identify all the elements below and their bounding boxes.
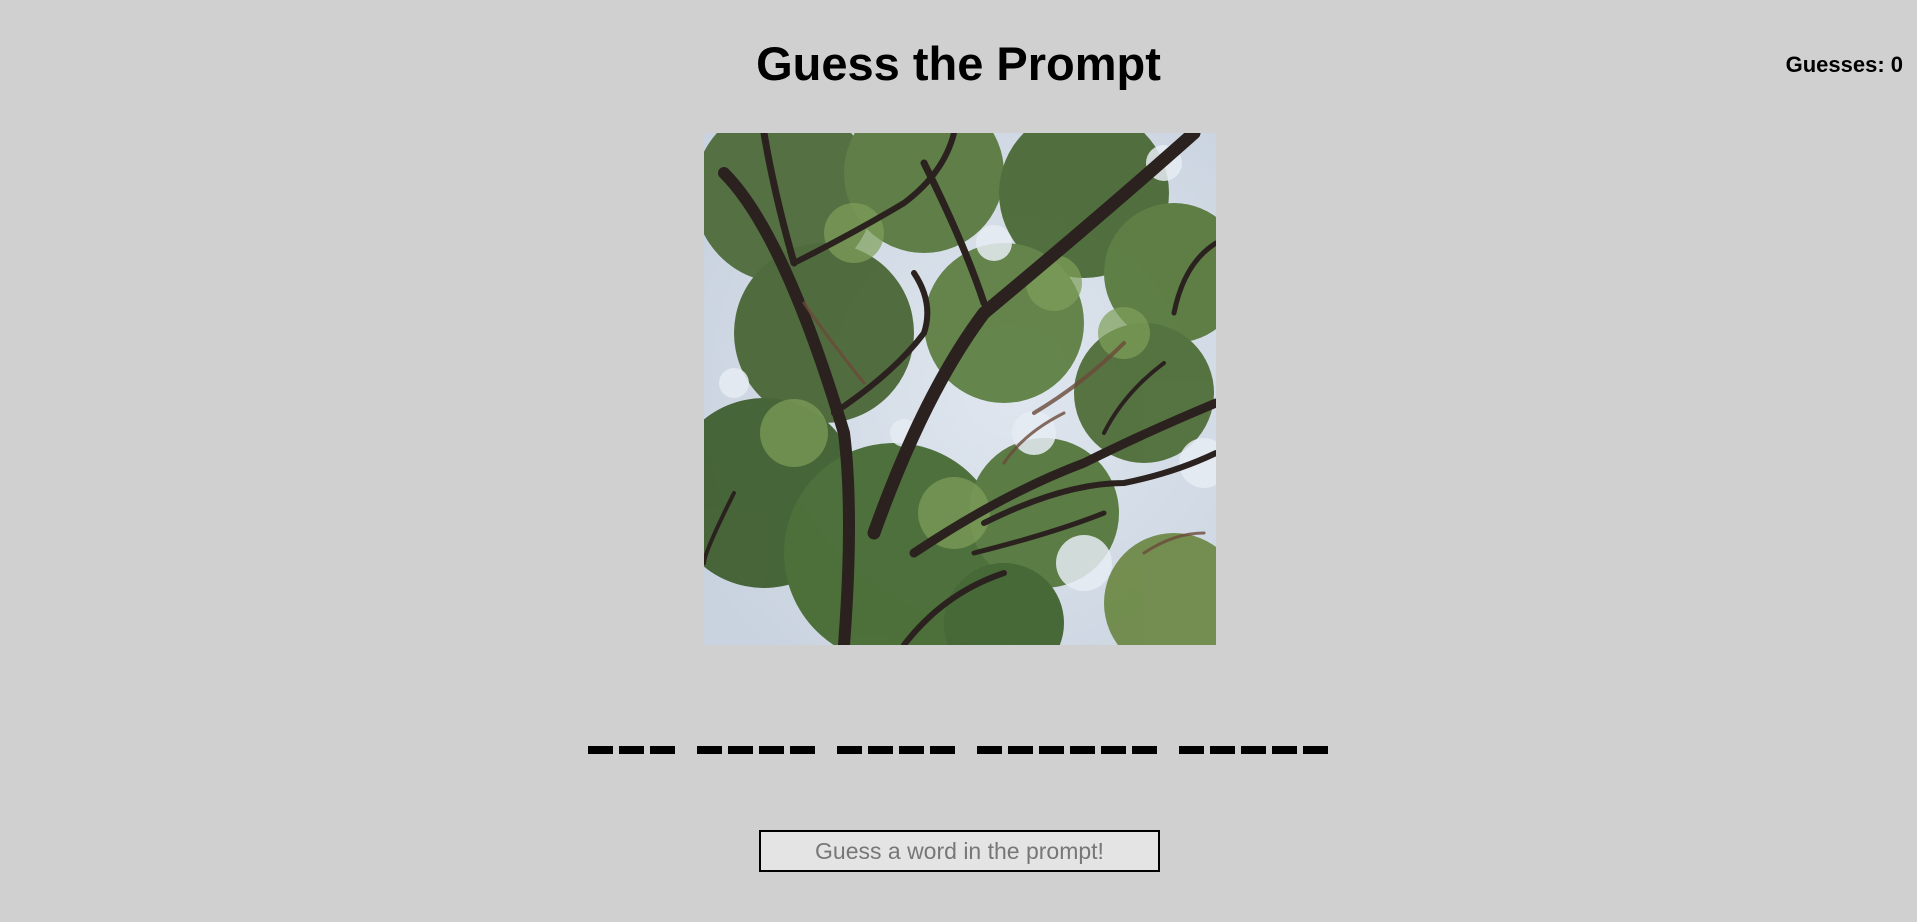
prompt-word-blank (696, 746, 815, 754)
letter-blank (758, 746, 784, 754)
letter-blank (1007, 746, 1033, 754)
prompt-word-blank (836, 746, 955, 754)
page-title: Guess the Prompt (756, 37, 1161, 90)
prompt-word-blank (1178, 746, 1328, 754)
letter-blank (649, 746, 675, 754)
prompt-word-blank (976, 746, 1157, 754)
letter-blank (1069, 746, 1095, 754)
letter-blank (1302, 746, 1328, 754)
prompt-word-blanks (0, 735, 1917, 765)
letter-blank (836, 746, 862, 754)
letter-blank (898, 746, 924, 754)
prompt-word-blank (587, 746, 675, 754)
game-page: Guess the Prompt Guesses: 0 (0, 0, 1917, 922)
letter-blank (1178, 746, 1204, 754)
letter-blank (929, 746, 955, 754)
tree-canopy-image (704, 133, 1216, 645)
letter-blank (1131, 746, 1157, 754)
guess-counter: Guesses: 0 (1785, 52, 1903, 77)
letter-blank (789, 746, 815, 754)
letter-blank (587, 746, 613, 754)
letter-blank (867, 746, 893, 754)
letter-blank (618, 746, 644, 754)
letter-blank (1271, 746, 1297, 754)
prompt-image (704, 133, 1216, 645)
letter-blank (976, 746, 1002, 754)
letter-blank (727, 746, 753, 754)
letter-blank (696, 746, 722, 754)
letter-blank (1209, 746, 1235, 754)
letter-blank (1100, 746, 1126, 754)
letter-blank (1038, 746, 1064, 754)
letter-blank (1240, 746, 1266, 754)
guess-input[interactable] (759, 830, 1160, 872)
